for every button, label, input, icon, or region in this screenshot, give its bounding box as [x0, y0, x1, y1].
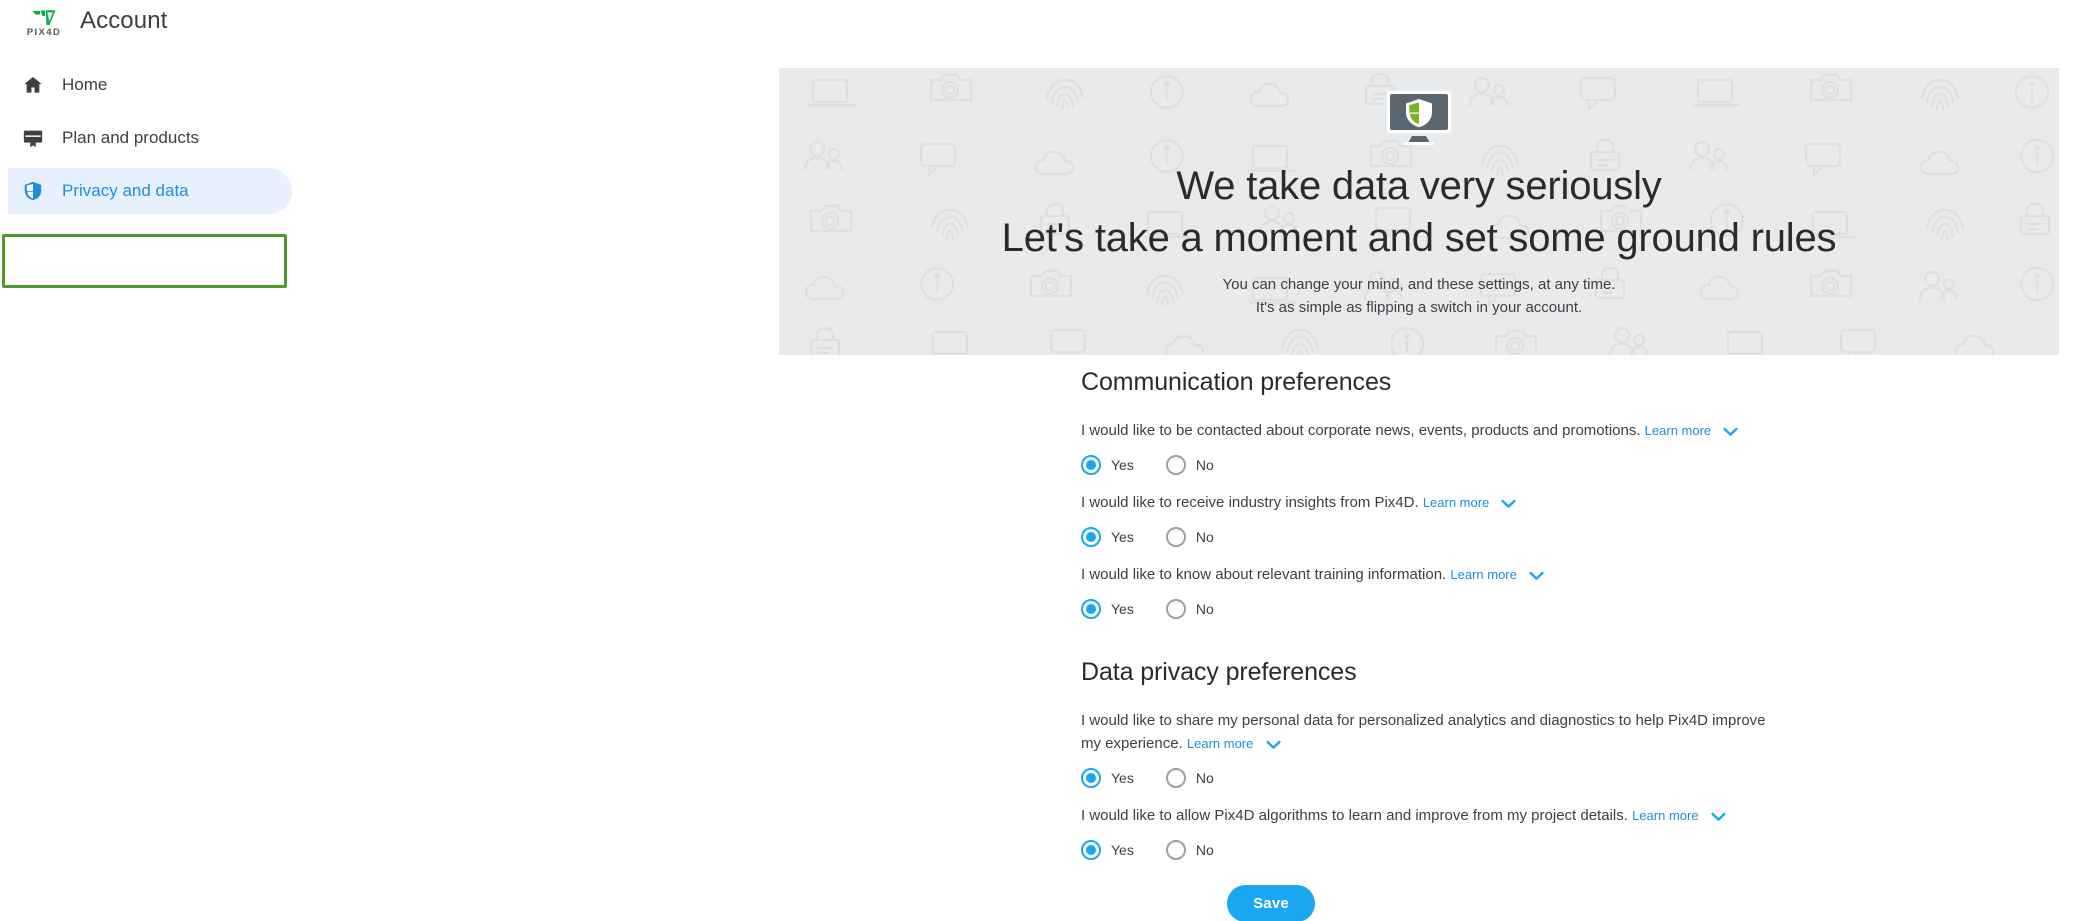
radio-option-yes[interactable]: Yes — [1081, 527, 1134, 547]
preference-statement: I would like to be contacted about corpo… — [1081, 422, 1641, 439]
radio-label: Yes — [1111, 457, 1134, 473]
sidebar-item-privacy-and-data[interactable]: Privacy and data — [8, 168, 292, 214]
learn-more-link[interactable]: Learn more — [1645, 423, 1711, 438]
banner-heading-line1: We take data very seriously — [1176, 164, 1662, 208]
selection-highlight-box — [2, 234, 287, 288]
preference-statement: I would like to know about relevant trai… — [1081, 566, 1447, 583]
chevron-down-icon[interactable] — [1711, 806, 1726, 829]
radio-option-no[interactable]: No — [1165, 840, 1214, 860]
radio-option-no[interactable]: No — [1165, 768, 1214, 788]
section-title-communication: Communication preferences — [1081, 368, 1392, 396]
banner-subtitle-line2: It's as simple as flipping a switch in y… — [1255, 299, 1583, 316]
radio-option-yes[interactable]: Yes — [1081, 768, 1134, 788]
sidebar: Home Plan and products Privacy and data — [0, 62, 300, 288]
radio-group: Yes No — [1081, 837, 1781, 863]
privacy-hero-banner: We take data very seriously Let's take a… — [779, 68, 2059, 355]
radio-label: No — [1195, 601, 1214, 617]
save-button-container: Save — [1081, 885, 1461, 921]
home-icon — [20, 72, 46, 98]
radio-label: Yes — [1111, 529, 1134, 545]
radio-label: No — [1195, 770, 1214, 786]
radio-group: Yes No — [1081, 524, 1781, 550]
sidebar-item-label: Home — [62, 75, 108, 94]
chevron-down-icon[interactable] — [1529, 565, 1544, 588]
preference-row: I would like to be contacted about corpo… — [1081, 419, 1781, 478]
monitor-icon — [20, 125, 46, 151]
monitor-shield-icon — [1387, 91, 1451, 145]
radio-yes-icon[interactable] — [1081, 527, 1101, 547]
radio-option-yes[interactable]: Yes — [1081, 840, 1134, 860]
radio-yes-icon[interactable] — [1081, 455, 1101, 475]
radio-option-no[interactable]: No — [1165, 527, 1214, 547]
preference-text: I would like to share my personal data f… — [1081, 709, 1781, 757]
chevron-down-icon[interactable] — [1723, 421, 1738, 444]
radio-no-icon[interactable] — [1165, 527, 1186, 547]
radio-yes-icon[interactable] — [1081, 768, 1101, 788]
radio-yes-icon[interactable] — [1081, 840, 1101, 860]
page-title: Account — [80, 7, 168, 34]
preference-row: I would like to share my personal data f… — [1081, 709, 1781, 791]
preference-row: I would like to receive industry insight… — [1081, 491, 1781, 550]
learn-more-link[interactable]: Learn more — [1632, 808, 1698, 823]
sidebar-item-label: Plan and products — [62, 128, 200, 147]
radio-yes-icon[interactable] — [1081, 599, 1101, 619]
radio-group: Yes No — [1081, 452, 1781, 478]
sidebar-item-plan-and-products[interactable]: Plan and products — [8, 115, 292, 161]
radio-group: Yes No — [1081, 596, 1781, 622]
radio-option-no[interactable]: No — [1165, 455, 1214, 475]
radio-group: Yes No — [1081, 765, 1781, 791]
banner-heading-line2: Let's take a moment and set some ground … — [1001, 216, 1837, 260]
section-title-data-privacy: Data privacy preferences — [1081, 658, 1357, 686]
preference-row: I would like to know about relevant trai… — [1081, 563, 1781, 622]
chevron-down-icon[interactable] — [1501, 493, 1517, 516]
radio-label: No — [1195, 842, 1214, 858]
pix4d-logo-text: PIX4D — [26, 26, 62, 38]
preference-text: I would like to know about relevant trai… — [1081, 563, 1781, 588]
app-header: PIX4D Account — [0, 0, 2084, 46]
radio-option-yes[interactable]: Yes — [1081, 455, 1134, 475]
learn-more-link[interactable]: Learn more — [1450, 567, 1516, 582]
preference-text: I would like to receive industry insight… — [1081, 491, 1781, 516]
radio-option-no[interactable]: No — [1165, 599, 1214, 619]
pix4d-logo[interactable]: PIX4D — [18, 4, 70, 42]
radio-label: No — [1195, 457, 1214, 473]
sidebar-item-label: Privacy and data — [62, 181, 189, 200]
radio-no-icon[interactable] — [1165, 599, 1186, 619]
learn-more-link[interactable]: Learn more — [1187, 736, 1253, 751]
learn-more-link[interactable]: Learn more — [1423, 495, 1489, 510]
radio-no-icon[interactable] — [1165, 840, 1186, 860]
preference-text: I would like to allow Pix4D algorithms t… — [1081, 804, 1781, 829]
banner-subtitle-line1: You can change your mind, and these sett… — [1222, 276, 1616, 293]
shield-icon — [20, 178, 46, 204]
save-button[interactable]: Save — [1227, 885, 1315, 921]
preference-statement: I would like to receive industry insight… — [1081, 494, 1419, 511]
preference-row: I would like to allow Pix4D algorithms t… — [1081, 804, 1781, 863]
preference-statement: I would like to allow Pix4D algorithms t… — [1081, 807, 1628, 824]
chevron-down-icon[interactable] — [1265, 734, 1281, 757]
preferences-form: Communication preferences I would like t… — [1081, 368, 1781, 921]
radio-option-yes[interactable]: Yes — [1081, 599, 1134, 619]
sidebar-item-home[interactable]: Home — [8, 62, 292, 108]
radio-no-icon[interactable] — [1165, 455, 1186, 475]
radio-label: Yes — [1111, 842, 1134, 858]
radio-label: Yes — [1111, 770, 1134, 786]
radio-no-icon[interactable] — [1165, 768, 1186, 788]
preference-statement: I would like to share my personal data f… — [1081, 712, 1766, 752]
preference-text: I would like to be contacted about corpo… — [1081, 419, 1781, 444]
radio-label: No — [1195, 529, 1214, 545]
radio-label: Yes — [1111, 601, 1134, 617]
pix4d-logo-mark — [32, 9, 56, 25]
